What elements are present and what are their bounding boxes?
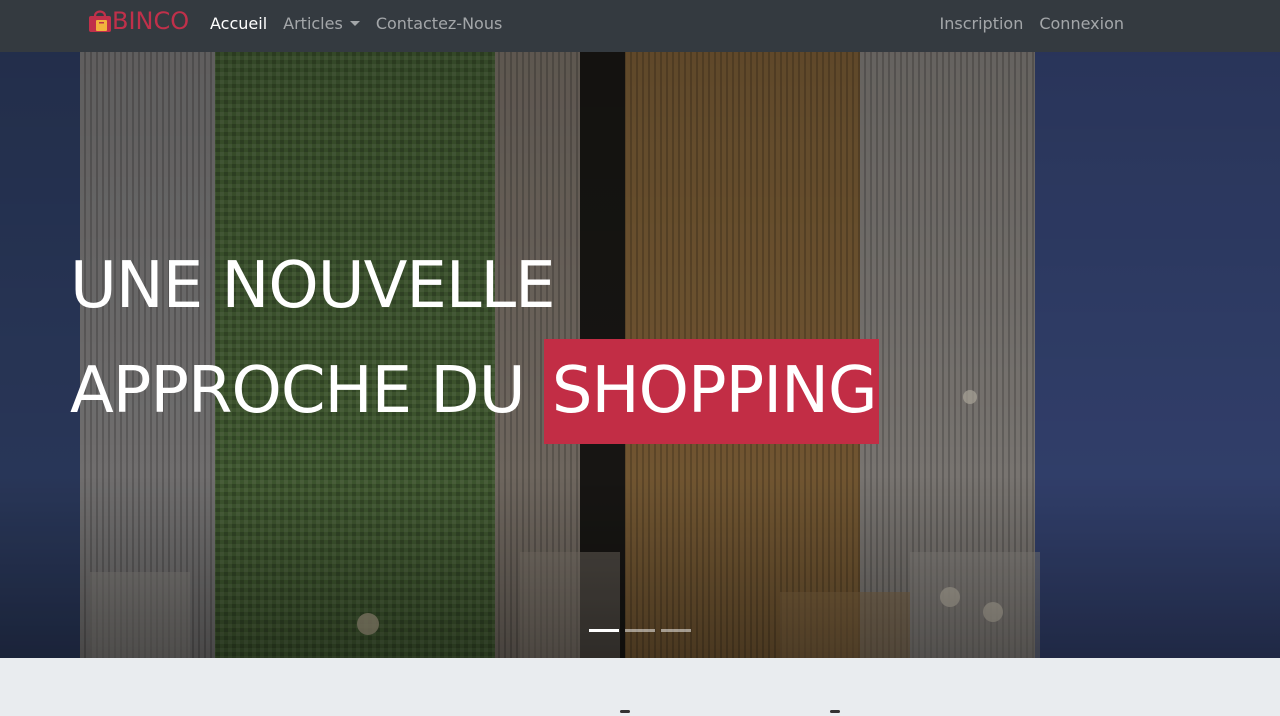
- content-section: [0, 658, 1280, 716]
- account-nav: Inscription Connexion: [932, 0, 1132, 48]
- hero-heading-line-2: APPROCHE DU SHOPPING: [70, 339, 879, 444]
- carousel-indicator-1[interactable]: [589, 629, 619, 632]
- nav-home[interactable]: Accueil: [202, 0, 275, 48]
- nav-contact[interactable]: Contactez-Nous: [368, 0, 511, 48]
- hero-heading-prefix: APPROCHE DU: [70, 354, 526, 428]
- brand-logo[interactable]: BINCO: [86, 6, 189, 36]
- hero-heading-line-1: UNE NOUVELLE: [70, 249, 556, 323]
- brand-name: BINCO: [112, 7, 190, 35]
- section-heading-partial: [590, 710, 850, 716]
- hero-carousel: UNE NOUVELLE APPROCHE DU SHOPPING: [0, 52, 1280, 658]
- carousel-indicator-3[interactable]: [661, 629, 691, 632]
- carousel-indicators: [589, 629, 691, 632]
- carousel-indicator-2[interactable]: [625, 629, 655, 632]
- shopping-bag-icon: [89, 10, 111, 32]
- navbar: BINCO Accueil Articles Contactez-Nous In…: [0, 0, 1280, 52]
- hero-caption: UNE NOUVELLE APPROCHE DU SHOPPING: [70, 234, 879, 444]
- hero-heading-highlight: SHOPPING: [543, 339, 879, 444]
- nav-signup[interactable]: Inscription: [932, 0, 1032, 48]
- nav-articles-label: Articles: [283, 14, 343, 33]
- chevron-down-icon: [349, 21, 360, 26]
- nav-articles-dropdown[interactable]: Articles: [275, 0, 368, 48]
- nav-login[interactable]: Connexion: [1031, 0, 1132, 48]
- main-nav: Accueil Articles Contactez-Nous: [202, 0, 510, 48]
